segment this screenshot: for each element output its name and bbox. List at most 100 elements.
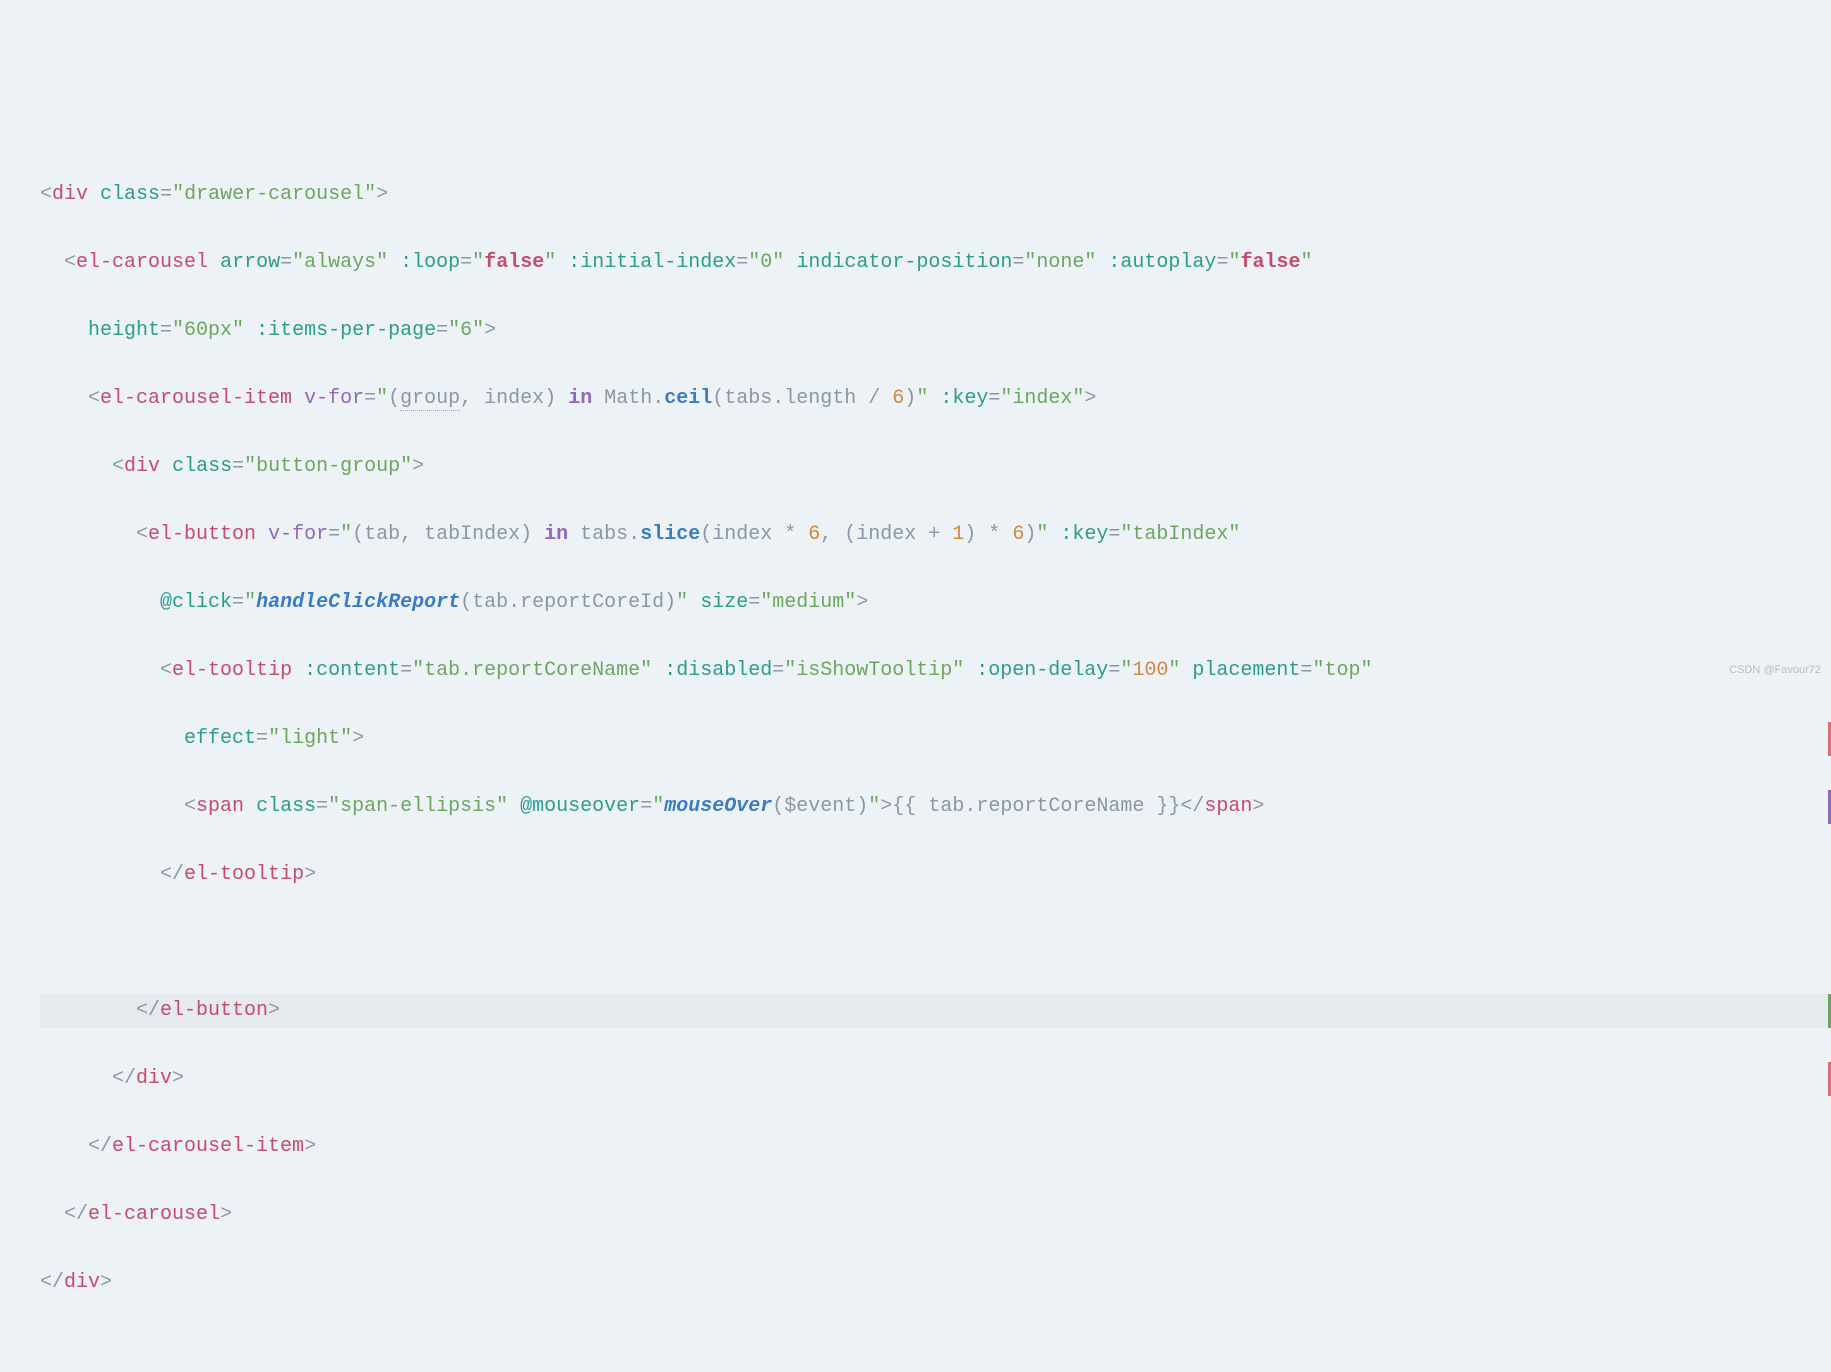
tag: div (136, 1067, 172, 1090)
attr: class (100, 183, 160, 206)
string: "span-ellipsis" (328, 795, 508, 818)
punct: > (304, 863, 316, 886)
string: " (652, 795, 664, 818)
punct: < (160, 659, 172, 682)
code-line[interactable]: <div class="drawer-carousel"> (40, 178, 1831, 212)
string: "6" (448, 319, 484, 342)
tag: div (64, 1271, 100, 1294)
string: "top" (1312, 659, 1372, 682)
tag: el-tooltip (172, 659, 292, 682)
attr: arrow (220, 251, 280, 274)
punct: > (1252, 795, 1264, 818)
punct: </ (160, 863, 184, 886)
code-line[interactable]: </el-tooltip> (40, 858, 1831, 892)
tag: el-carousel (88, 1203, 220, 1226)
var: group (400, 387, 460, 411)
tag: el-tooltip (184, 863, 304, 886)
tag: el-carousel (76, 251, 208, 274)
string: " (244, 591, 256, 614)
attr: :key (940, 387, 988, 410)
string: " (340, 523, 352, 546)
keyword: in (544, 523, 568, 546)
punct: </ (88, 1135, 112, 1158)
watermark-text: CSDN @Favour72 (1729, 661, 1821, 680)
code-line-current[interactable]: </el-button> (40, 994, 1831, 1028)
punct: > (880, 795, 892, 818)
string: " (916, 387, 928, 410)
method: handleClickReport (256, 591, 460, 614)
attr: :initial-index (568, 251, 736, 274)
tag: el-carousel-item (100, 387, 292, 410)
punct: </ (1180, 795, 1204, 818)
method: mouseOver (664, 795, 772, 818)
string: "none" (1024, 251, 1096, 274)
code-line[interactable]: <el-carousel arrow="always" :loop="false… (40, 246, 1831, 280)
attr: :disabled (664, 659, 772, 682)
punct: </ (112, 1067, 136, 1090)
code-line[interactable]: </el-carousel-item> (40, 1130, 1831, 1164)
code-line[interactable]: </div> (40, 1266, 1831, 1300)
code-line[interactable] (40, 926, 1831, 960)
attr: :items-per-page (256, 319, 436, 342)
attr: placement (1192, 659, 1300, 682)
tag: span (196, 795, 244, 818)
code-line[interactable]: <span class="span-ellipsis" @mouseover="… (40, 790, 1831, 824)
code-line[interactable]: <el-carousel-item v-for="(group, index) … (40, 382, 1831, 416)
punct: > (268, 999, 280, 1022)
keyword: false (1240, 251, 1300, 274)
punct: < (88, 387, 100, 410)
code-line[interactable]: @click="handleClickReport(tab.reportCore… (40, 586, 1831, 620)
string: "60px" (172, 319, 244, 342)
attr: :autoplay (1108, 251, 1216, 274)
code-line[interactable]: <div class="button-group"> (40, 450, 1831, 484)
punct: </ (40, 1271, 64, 1294)
string: "button-group" (244, 455, 412, 478)
attr: size (700, 591, 748, 614)
code-line[interactable]: effect="light"> (40, 722, 1831, 756)
attr: v-for (268, 523, 328, 546)
string: "light" (268, 727, 352, 750)
string: "drawer-carousel" (172, 183, 376, 206)
punct: < (112, 455, 124, 478)
tag: el-carousel-item (112, 1135, 304, 1158)
string: "always" (292, 251, 388, 274)
attr: @mouseover (520, 795, 640, 818)
string: "tab.reportCoreName" (412, 659, 652, 682)
punct: </ (136, 999, 160, 1022)
punct: > (100, 1271, 112, 1294)
string: "index" (1000, 387, 1084, 410)
string: " (376, 387, 388, 410)
string: "isShowTooltip" (784, 659, 964, 682)
punct: > (172, 1067, 184, 1090)
attr: :open-delay (976, 659, 1108, 682)
attr: @click (160, 591, 232, 614)
code-line[interactable]: <el-button v-for="(tab, tabIndex) in tab… (40, 518, 1831, 552)
code-line[interactable]: </div> (40, 1062, 1831, 1096)
punct: > (304, 1135, 316, 1158)
keyword: false (484, 251, 544, 274)
punct: > (352, 727, 364, 750)
code-line[interactable]: <el-tooltip :content="tab.reportCoreName… (40, 654, 1831, 688)
punct: </ (64, 1203, 88, 1226)
tag: div (124, 455, 160, 478)
string: "medium" (760, 591, 856, 614)
method: ceil (664, 387, 712, 410)
punct: > (220, 1203, 232, 1226)
attr: indicator-position (796, 251, 1012, 274)
tag: el-button (160, 999, 268, 1022)
tag: el-button (148, 523, 256, 546)
tag: span (1204, 795, 1252, 818)
attr: :key (1060, 523, 1108, 546)
string: " (1168, 659, 1180, 682)
string: " (1036, 523, 1048, 546)
punct: > (856, 591, 868, 614)
attr: height (88, 319, 160, 342)
code-line[interactable]: height="60px" :items-per-page="6"> (40, 314, 1831, 348)
attr: class (172, 455, 232, 478)
punct: < (184, 795, 196, 818)
code-editor[interactable]: <div class="drawer-carousel"> <el-carous… (0, 144, 1831, 1334)
attr: :content (304, 659, 400, 682)
code-line[interactable]: </el-carousel> (40, 1198, 1831, 1232)
string: " (544, 251, 556, 274)
punct: = (160, 183, 172, 206)
